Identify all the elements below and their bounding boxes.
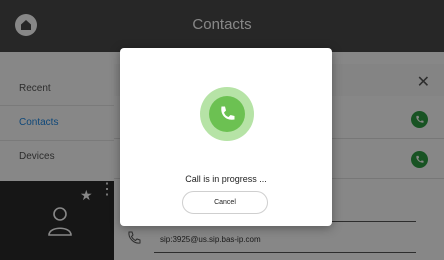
calling-indicator-inner <box>209 96 245 132</box>
call-dialog: Call is in progress ... Cancel <box>120 48 332 226</box>
calling-indicator <box>200 87 254 141</box>
call-status-text: Call is in progress ... <box>185 174 267 184</box>
cancel-button[interactable]: Cancel <box>182 191 268 214</box>
phone-icon <box>221 106 235 120</box>
